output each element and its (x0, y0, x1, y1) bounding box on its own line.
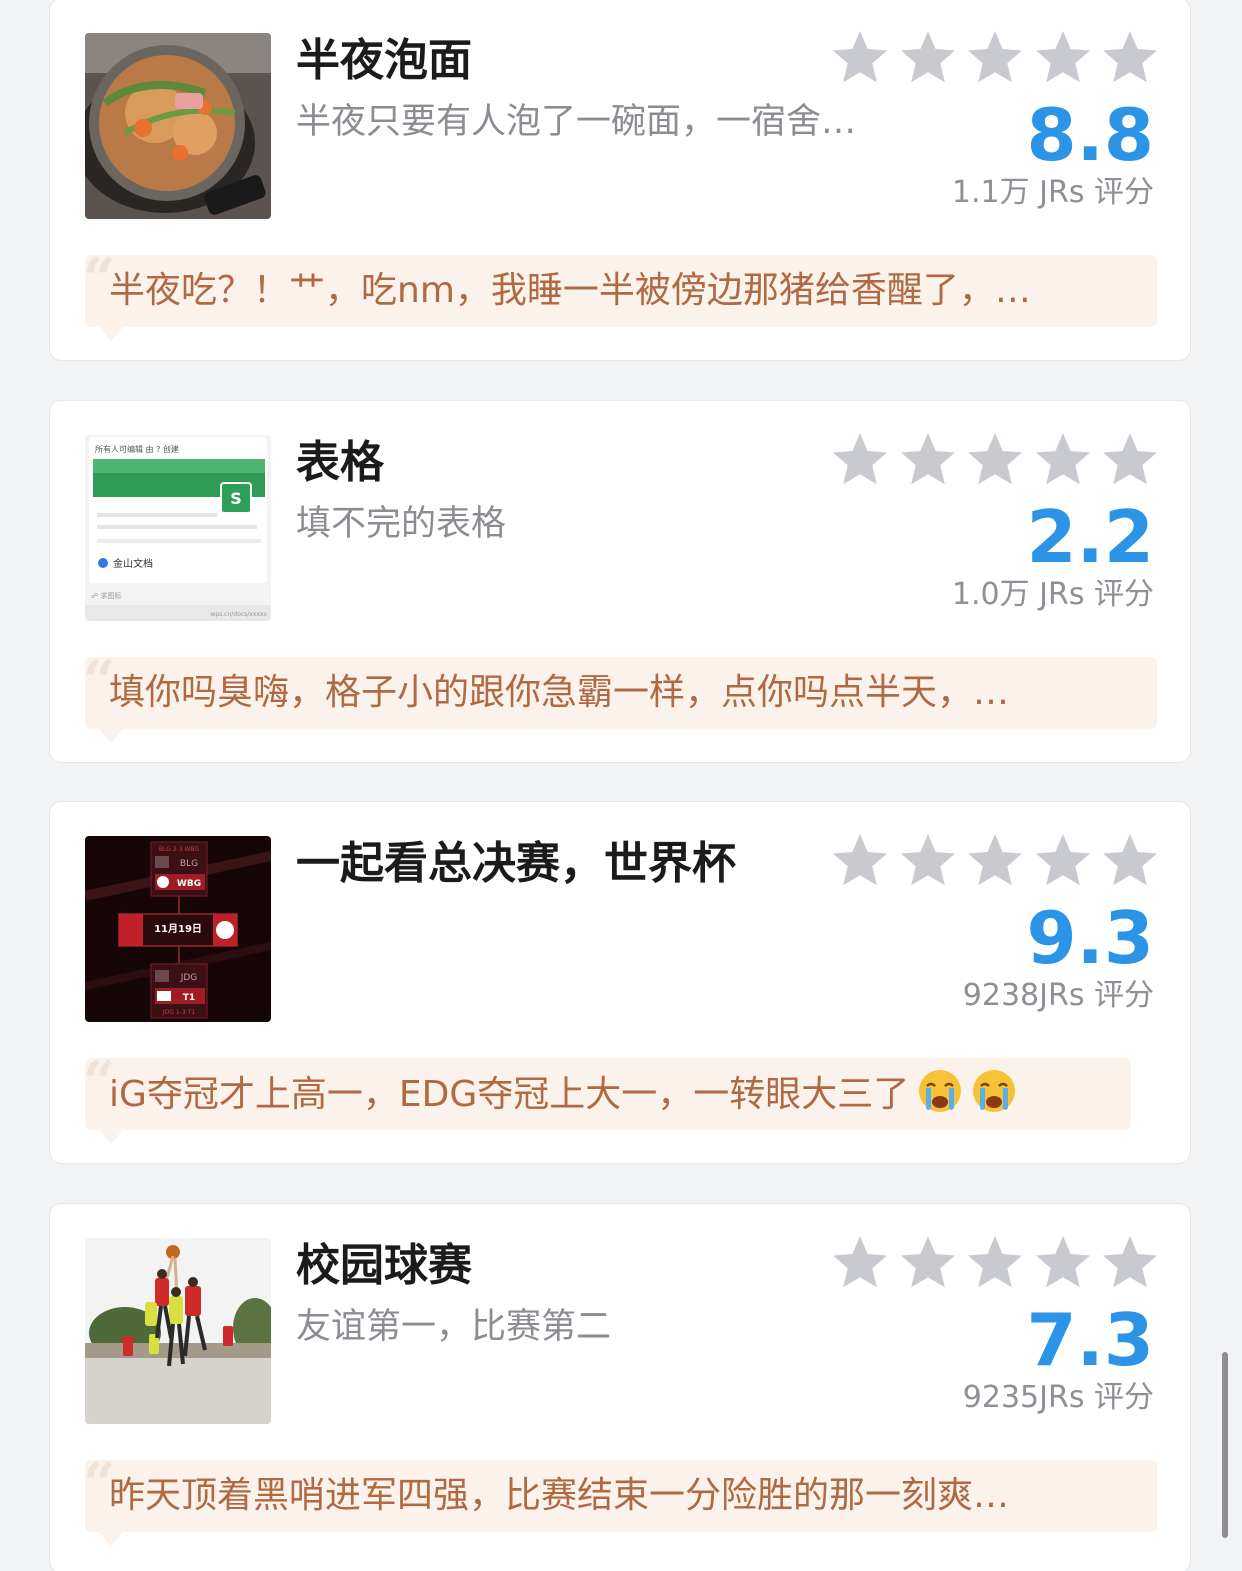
bracket-team-wbg: WBG (177, 879, 201, 889)
star-icon[interactable] (1100, 28, 1160, 88)
app-name-text: 金山文档 (113, 557, 153, 570)
star-icon[interactable] (898, 1233, 958, 1293)
star-icon[interactable] (1100, 430, 1160, 490)
star-icon[interactable] (898, 28, 958, 88)
card-title: 半夜泡面 (296, 35, 472, 86)
star-rating[interactable] (830, 27, 1160, 89)
bracket-team-jdg: JDG (180, 973, 198, 983)
scrollbar[interactable] (1222, 1352, 1228, 1538)
thumbnail-instant-noodle[interactable] (85, 33, 271, 219)
bracket-date: 11月19日 (154, 923, 202, 935)
rating-count: 1.1万 JRs 评分 (951, 175, 1154, 210)
thumbnail-campus-basketball[interactable] (85, 1238, 271, 1424)
speech-tail-icon (99, 327, 123, 341)
comment-text: 半夜吃？！艹，吃nm，我睡一半被傍边那猪给香醒了，… (109, 270, 1031, 311)
star-rating[interactable] (830, 1232, 1160, 1294)
star-icon[interactable] (1100, 831, 1160, 891)
rating-count: 1.0万 JRs 评分 (951, 577, 1154, 612)
card-title: 一起看总决赛，世界杯 (296, 838, 736, 889)
top-comment[interactable]: “ 昨天顶着黑哨进军四强，比赛结束一分险胜的那一刻爽… (83, 1456, 1157, 1546)
doc-url-text: wps.cn/docs/xxxxx (210, 611, 267, 618)
rating-card[interactable]: 半夜泡面 半夜只要有人泡了一碗面，一宿舍… 8.8 1.1万 JRs 评分 “ … (49, 0, 1191, 361)
star-icon[interactable] (965, 831, 1025, 891)
card-title: 校园球赛 (296, 1240, 472, 1291)
share-text: ☍ 求图标 (91, 591, 121, 600)
comment-text: iG夺冠才上高一，EDG夺冠上大一，一转眼大三了 (109, 1068, 1111, 1121)
bracket-top-score: BLG 2-3 WBG (159, 846, 200, 853)
rating-feed: 半夜泡面 半夜只要有人泡了一碗面，一宿舍… 8.8 1.1万 JRs 评分 “ … (0, 0, 1242, 1571)
sheets-badge-text: S (230, 489, 242, 508)
star-rating[interactable] (830, 830, 1160, 892)
spreadsheet-preview-image: 所有人可编辑 由 ? 创建 S 金山文档 ☍ 求图标 wps.cn/docs/x… (85, 435, 271, 621)
top-comment[interactable]: “ 半夜吃？！艹，吃nm，我睡一半被傍边那猪给香醒了，… (83, 251, 1157, 341)
star-icon[interactable] (1033, 1233, 1093, 1293)
average-score: 2.2 (1026, 495, 1154, 579)
average-score: 7.3 (1026, 1298, 1154, 1382)
crying-face-icon (917, 1068, 963, 1114)
top-comment[interactable]: “ 填你吗臭嗨，格子小的跟你急霸一样，点你吗点半天，… (83, 653, 1157, 743)
star-icon[interactable] (830, 1233, 890, 1293)
comment-text: 昨天顶着黑哨进军四强，比赛结束一分险胜的那一刻爽… (109, 1475, 1010, 1516)
comment-text-body: iG夺冠才上高一，EDG夺冠上大一，一转眼大三了 (109, 1074, 910, 1115)
rating-count: 9235JRs 评分 (962, 1380, 1154, 1415)
star-icon[interactable] (965, 1233, 1025, 1293)
speech-tail-icon (99, 1130, 123, 1144)
star-icon[interactable] (830, 430, 890, 490)
rating-card[interactable]: 所有人可编辑 由 ? 创建 S 金山文档 ☍ 求图标 wps.cn/docs/x… (49, 400, 1191, 763)
star-icon[interactable] (898, 430, 958, 490)
bracket-bottom-score: JDG 1-3 T1 (162, 1009, 195, 1016)
bracket-team-blg: BLG (180, 859, 198, 869)
rating-card[interactable]: BLG 2-3 WBG BLG WBG 11月19日 JDG T1 JDG 1-… (49, 801, 1191, 1164)
rating-card[interactable]: 校园球赛 友谊第一，比赛第二 7.3 9235JRs 评分 “ 昨天顶着黑哨进军… (49, 1203, 1191, 1571)
thumbnail-spreadsheet[interactable]: 所有人可编辑 由 ? 创建 S 金山文档 ☍ 求图标 wps.cn/docs/x… (85, 435, 271, 621)
speech-tail-icon (99, 1532, 123, 1546)
speech-tail-icon (99, 729, 123, 743)
thumbnail-worlds-bracket[interactable]: BLG 2-3 WBG BLG WBG 11月19日 JDG T1 JDG 1-… (85, 836, 271, 1022)
star-icon[interactable] (965, 430, 1025, 490)
top-comment[interactable]: “ iG夺冠才上高一，EDG夺冠上大一，一转眼大三了 (83, 1054, 1131, 1144)
star-icon[interactable] (965, 28, 1025, 88)
card-subtitle: 半夜只要有人泡了一碗面，一宿舍… (296, 102, 856, 142)
bracket-graphic-image: BLG 2-3 WBG BLG WBG 11月19日 JDG T1 JDG 1-… (85, 836, 271, 1022)
star-icon[interactable] (1033, 831, 1093, 891)
crying-face-icon (971, 1068, 1017, 1114)
average-score: 9.3 (1026, 896, 1154, 980)
star-icon[interactable] (898, 831, 958, 891)
star-icon[interactable] (1033, 28, 1093, 88)
basketball-photo-image (85, 1238, 271, 1424)
bracket-team-t1: T1 (183, 993, 195, 1003)
card-title: 表格 (296, 437, 384, 488)
noodle-photo-image (85, 33, 271, 219)
card-subtitle: 填不完的表格 (296, 504, 507, 544)
doc-header-text: 所有人可编辑 由 ? 创建 (95, 444, 179, 454)
star-icon[interactable] (830, 831, 890, 891)
average-score: 8.8 (1026, 93, 1154, 177)
comment-text: 填你吗臭嗨，格子小的跟你急霸一样，点你吗点半天，… (109, 672, 1010, 713)
star-rating[interactable] (830, 429, 1160, 491)
star-icon[interactable] (1100, 1233, 1160, 1293)
card-subtitle: 友谊第一，比赛第二 (296, 1307, 612, 1347)
star-icon[interactable] (830, 28, 890, 88)
star-icon[interactable] (1033, 430, 1093, 490)
rating-count: 9238JRs 评分 (962, 978, 1154, 1013)
